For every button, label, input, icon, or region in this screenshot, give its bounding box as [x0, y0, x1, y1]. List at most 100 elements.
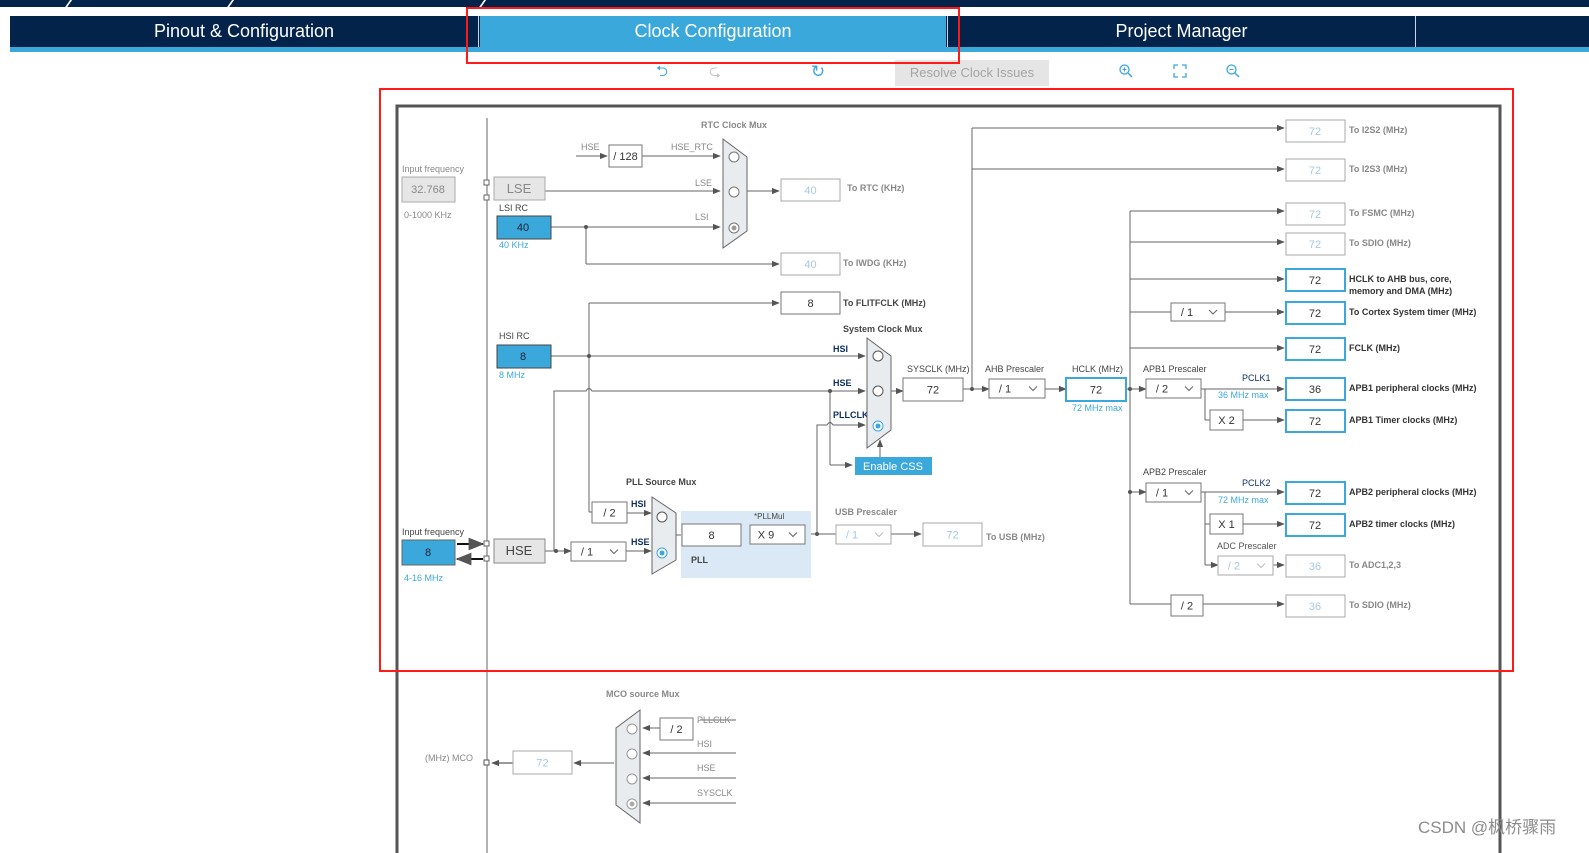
output-value: 72 [1309, 209, 1321, 221]
lse-block[interactable]: LSE [493, 176, 546, 201]
enable-css-label: Enable CSS [863, 461, 923, 473]
hclk-value[interactable]: 72 [1065, 377, 1127, 402]
apb2-timer-multiplier-text: X 1 [1218, 519, 1235, 531]
lse-block-label: LSE [507, 181, 532, 196]
pll-label: PLL [691, 555, 709, 565]
output-label-line2: memory and DMA (MHz) [1349, 286, 1452, 296]
ahb-prescaler-select[interactable]: / 1 [988, 378, 1046, 399]
mco-pll-divider-text: / 2 [670, 724, 682, 736]
lse-input-value[interactable]: 32.768 [411, 184, 445, 196]
pllmul-select[interactable]: X 9 [749, 524, 806, 545]
rtc-mux-option-lse[interactable] [728, 186, 740, 198]
output-label: APB2 peripheral clocks (MHz) [1349, 487, 1477, 497]
pllmul-select-text: X 9 [758, 530, 775, 542]
output-clock-item: 72 APB1 Timer clocks (MHz) [1285, 409, 1457, 433]
apb1-prescaler-select-text: / 2 [1156, 384, 1168, 396]
mco-mux-selected-dot [629, 801, 635, 807]
pllmul-label: *PLLMul [754, 512, 784, 521]
lse-range-label: 0-1000 KHz [404, 210, 452, 220]
lsi-block[interactable]: 40 [496, 215, 552, 240]
hsi-title: HSI RC [499, 331, 530, 341]
apb2-max: 72 MHz max [1218, 495, 1269, 505]
sysclk-value-text: 72 [927, 385, 939, 397]
apb1-prescaler-select[interactable]: / 2 [1145, 378, 1202, 399]
output-value: 72 [1309, 520, 1321, 532]
apb1-timer-multiplier-text: X 2 [1218, 415, 1235, 427]
mco-input-sysclk: SYSCLK [697, 788, 733, 798]
sys-mux-option-hse[interactable] [872, 385, 884, 397]
output-value: 72 [1309, 165, 1321, 177]
output-label: FCLK (MHz) [1349, 343, 1400, 353]
output-value: 72 [1309, 416, 1321, 428]
output-clock-item: 36 APB1 peripheral clocks (MHz) [1285, 377, 1477, 401]
output-value: 72 [1309, 126, 1321, 138]
output-clock-item: 72 APB2 peripheral clocks (MHz) [1285, 481, 1477, 505]
lse-input[interactable]: 32.768 [401, 176, 456, 203]
output-clock-item: 72 FCLK (MHz) [1285, 337, 1400, 361]
usb-output-value: 72 [922, 522, 983, 547]
usb-output-value-text: 72 [946, 530, 958, 542]
hse-input-value[interactable]: 8 [425, 547, 431, 559]
sdio-divider-text: / 2 [1181, 601, 1193, 613]
ahb-prescaler-select-text: / 1 [999, 384, 1011, 396]
enable-css-button[interactable]: Enable CSS [855, 457, 932, 475]
hse-input-frequency-label: Input frequency [402, 527, 465, 537]
mco-source-mux [615, 709, 641, 824]
to-iwdg-label: To IWDG (KHz) [843, 258, 906, 268]
sys-mux-input-pllclk: PLLCLK [833, 410, 869, 420]
to-iwdg-value-text: 40 [804, 259, 816, 271]
pll-mux-option-hsi[interactable] [656, 511, 668, 523]
cortex-timer-divider-select[interactable]: / 1 [1170, 302, 1226, 322]
output-clock-item: 72 HCLK to AHB bus, core, memory and DMA (… [1285, 268, 1452, 296]
apb2-prescaler-select[interactable]: / 1 [1145, 482, 1202, 503]
output-label: To I2S3 (MHz) [1349, 164, 1407, 174]
hse-prediv-select-text: / 1 [581, 547, 593, 559]
rtc-hse-divider-text: / 128 [613, 151, 637, 163]
usb-prescaler-select[interactable]: / 1 [835, 524, 892, 545]
lsi-title: LSI RC [499, 203, 529, 213]
sdio-divider: / 2 [1170, 594, 1204, 617]
mco-mux-option-pllclk[interactable] [626, 723, 638, 735]
hse-prediv-select[interactable]: / 1 [570, 541, 627, 562]
adc-prescaler-select-text: / 2 [1228, 561, 1240, 573]
output-clock-item: 36 To SDIO (MHz) [1285, 594, 1411, 618]
output-value: 72 [1309, 275, 1321, 287]
pll-hsi-divider-text: / 2 [603, 508, 615, 520]
apb2-prescaler-select-text: / 1 [1156, 488, 1168, 500]
sys-mux-input-hse: HSE [833, 378, 852, 388]
lse-input-frequency-label: Input frequency [402, 164, 465, 174]
output-value: 72 [1309, 344, 1321, 356]
clock-tree-diagram: Input frequency 0-1000 KHz RTC Clock Mux… [395, 104, 1502, 853]
output-label: To ADC1,2,3 [1349, 560, 1401, 570]
output-label: APB1 peripheral clocks (MHz) [1349, 383, 1477, 393]
sysclk-value[interactable]: 72 [902, 377, 964, 402]
mco-mux-option-hse[interactable] [626, 773, 638, 785]
rtc-mux-title: RTC Clock Mux [701, 120, 767, 130]
hse-block[interactable]: HSE [493, 538, 546, 564]
output-label: APB1 Timer clocks (MHz) [1349, 415, 1457, 425]
hsi-value: 8 [520, 351, 526, 363]
apb2-prescaler-label: APB2 Prescaler [1143, 467, 1207, 477]
adc-prescaler-select[interactable]: / 2 [1217, 555, 1274, 576]
output-value: 72 [1309, 239, 1321, 251]
mco-input-hsi: HSI [697, 739, 712, 749]
pll-mux-input-hse: HSE [631, 537, 650, 547]
to-usb-label: To USB (MHz) [986, 532, 1045, 542]
usb-prescaler-select-text: / 1 [846, 530, 858, 542]
output-value: 36 [1309, 561, 1321, 573]
sys-mux-option-hsi[interactable] [872, 350, 884, 362]
output-clock-item: 72 To Cortex System timer (MHz) [1285, 301, 1476, 325]
output-clock-item: 72 To SDIO (MHz) [1285, 232, 1411, 256]
hse-pin-in [483, 540, 490, 547]
output-label: To I2S2 (MHz) [1349, 125, 1407, 135]
output-value: 72 [1309, 308, 1321, 320]
hse-input[interactable]: 8 [401, 539, 456, 566]
cortex-timer-divider-select-text: / 1 [1181, 307, 1193, 319]
hsi-block[interactable]: 8 [496, 344, 552, 369]
output-label: HCLK to AHB bus, core, [1349, 274, 1452, 284]
mco-mux-option-hsi[interactable] [626, 748, 638, 760]
rtc-lsi-label: LSI [695, 212, 709, 222]
rtc-mux-option-hse[interactable] [728, 151, 740, 163]
hsi-frequency: 8 MHz [499, 370, 526, 380]
output-label: To SDIO (MHz) [1349, 238, 1411, 248]
